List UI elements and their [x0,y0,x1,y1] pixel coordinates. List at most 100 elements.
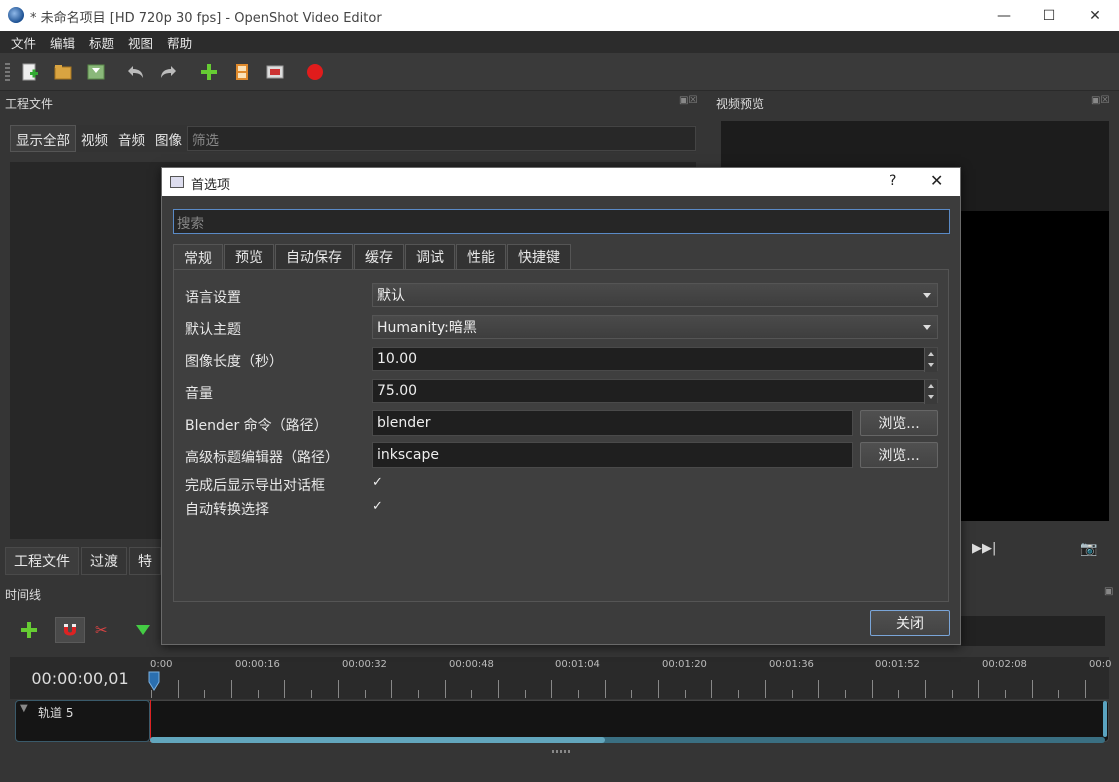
ruler-tick [151,690,152,698]
filter-audio-button[interactable]: 音频 [113,125,150,152]
track-header[interactable]: ▼ 轨道 5 [15,700,150,742]
volume-value: 75.00 [377,383,418,399]
tab-cache[interactable]: 缓存 [354,244,404,269]
filter-image-button[interactable]: 图像 [150,125,187,152]
toolbar-grip[interactable] [5,63,10,81]
image-length-value: 10.00 [377,351,418,367]
ruler-tick [605,680,606,698]
language-select[interactable]: 默认 [372,283,938,307]
ruler-tick [631,690,632,698]
title-editor-path-input[interactable]: inkscape [372,442,853,468]
image-length-spinbox[interactable]: 10.00 [372,347,938,372]
ruler-tick [418,690,419,698]
dialog-titlebar: 首选项 ? ✕ [162,168,960,196]
chevron-down-icon [923,293,931,298]
vertical-scrollbar[interactable] [1103,701,1107,737]
jump-end-icon[interactable]: ▶▶| [972,541,996,556]
snapping-magnet-icon[interactable] [55,617,85,643]
ruler-tick [258,690,259,698]
tab-preview[interactable]: 预览 [224,244,274,269]
blender-path-input[interactable]: blender [372,410,853,436]
ruler-tick [765,680,766,698]
menu-help[interactable]: 帮助 [160,33,199,52]
ruler-tick [925,680,926,698]
tab-transitions[interactable]: 过渡 [81,547,127,575]
ruler-tick [685,690,686,698]
filter-video-button[interactable]: 视频 [76,125,113,152]
window-close-icon[interactable]: ✕ [1072,0,1118,31]
open-project-icon[interactable] [52,61,74,83]
redo-icon[interactable] [158,61,180,83]
dialog-close-icon[interactable]: ✕ [930,171,943,190]
filter-show-all-button[interactable]: 显示全部 [10,125,76,152]
menu-edit[interactable]: 编辑 [43,33,82,52]
spin-arrows-icon[interactable] [924,348,937,372]
ruler-tick [231,680,232,698]
ruler-tick [178,680,179,698]
tab-shortcuts[interactable]: 快捷键 [507,244,571,269]
timeline-dock-float-icon[interactable]: ▣ [1104,586,1113,597]
export-video-icon[interactable] [304,61,326,83]
ruler-tick [525,690,526,698]
playhead-icon[interactable] [148,670,160,696]
ruler-tick [551,680,552,698]
tab-effects[interactable]: 特 [129,547,161,575]
timeline-track[interactable] [15,700,1109,742]
auto-transform-checkbox[interactable]: ✓ [372,499,383,514]
profile-icon[interactable] [231,61,253,83]
ruler-tick [204,690,205,698]
camera-icon[interactable]: 📷 [1080,541,1097,557]
tab-performance[interactable]: 性能 [456,244,506,269]
menu-title[interactable]: 标题 [82,33,121,52]
theme-select[interactable]: Humanity:暗黑 [372,315,938,339]
splitter-handle[interactable] [552,750,570,753]
dock-float-close-icon[interactable]: ▣☒ [679,95,697,106]
tab-general[interactable]: 常规 [173,244,223,270]
add-track-icon[interactable] [21,622,37,642]
minimize-icon[interactable]: — [981,0,1027,31]
preferences-dialog: 首选项 ? ✕ 搜索 常规 预览 自动保存 缓存 调试 性能 快捷键 语言设置 … [161,167,961,645]
dialog-app-icon [170,176,184,188]
timeline-ruler[interactable] [150,657,1109,699]
dialog-help-icon[interactable]: ? [889,173,896,189]
tab-project-files[interactable]: 工程文件 [5,547,79,575]
save-project-icon[interactable] [85,61,107,83]
theme-value: Humanity:暗黑 [377,320,477,336]
filter-input[interactable]: 筛选 [187,126,696,151]
export-dialog-checkbox[interactable]: ✓ [372,475,383,490]
timeline-scroll-thumb[interactable] [150,737,605,743]
dialog-close-button[interactable]: 关闭 [870,610,950,636]
dialog-title: 首选项 [191,178,231,193]
window-title: * 未命名项目 [HD 720p 30 fps] - OpenShot Vide… [30,11,382,26]
ruler-tick [1032,680,1033,698]
add-marker-icon[interactable] [135,624,151,640]
preferences-search-input[interactable]: 搜索 [173,209,950,234]
tab-debug[interactable]: 调试 [405,244,455,269]
maximize-icon[interactable]: ☐ [1026,0,1072,31]
blender-browse-button[interactable]: 浏览... [860,410,938,436]
ruler-label: 00:01:04 [555,659,600,670]
ruler-tick [284,680,285,698]
language-value: 默认 [377,288,405,304]
ruler-tick [952,690,953,698]
fullscreen-icon[interactable] [264,61,286,83]
title-editor-browse-button[interactable]: 浏览... [860,442,938,468]
video-preview-dock-title: 视频预览 [716,97,765,111]
ruler-label: 00:00:16 [235,659,280,670]
ruler-label: 00:01:20 [662,659,707,670]
razor-icon[interactable]: ✂ [95,621,108,639]
track-name: 轨道 5 [38,706,74,720]
preview-dock-float-close-icon[interactable]: ▣☒ [1091,95,1109,106]
new-project-icon[interactable] [19,61,41,83]
project-files-filter-bar: 显示全部 视频 音频 图像 筛选 [10,125,696,152]
ruler-label: 00:02:08 [982,659,1027,670]
export-dialog-label: 完成后显示导出对话框 [185,478,325,494]
tab-autosave[interactable]: 自动保存 [275,244,353,269]
import-files-icon[interactable] [198,61,220,83]
menu-file[interactable]: 文件 [4,33,43,52]
volume-spinbox[interactable]: 75.00 [372,379,938,404]
track-collapse-icon[interactable]: ▼ [20,703,28,714]
undo-icon[interactable] [124,61,146,83]
spin-arrows-icon[interactable] [924,380,937,404]
menu-view[interactable]: 视图 [121,33,160,52]
